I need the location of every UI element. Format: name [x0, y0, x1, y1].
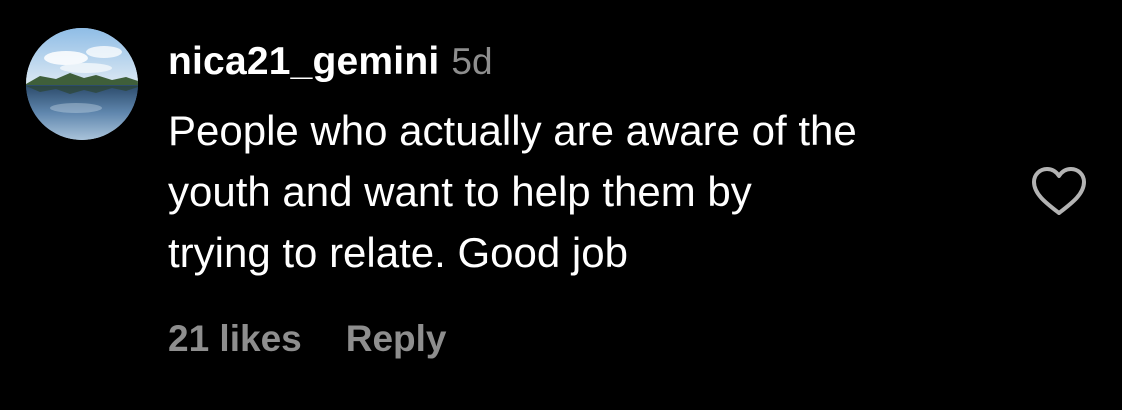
- comment-text-line: People who actually are aware of the: [168, 107, 857, 154]
- username[interactable]: nica21_gemini: [168, 40, 439, 84]
- lake-landscape-image: [26, 28, 138, 140]
- like-button[interactable]: [1030, 165, 1088, 219]
- comment-header: nica21_gemini 5d: [168, 40, 493, 90]
- likes-count[interactable]: 21 likes: [168, 318, 302, 360]
- comment-item: nica21_gemini 5d People who actually are…: [0, 0, 1122, 410]
- heart-outline-icon: [1032, 167, 1086, 215]
- comment-text-line: youth and want to help them by: [168, 168, 752, 215]
- reply-button[interactable]: Reply: [346, 318, 447, 360]
- comment-text-line: trying to relate. Good job: [168, 229, 628, 276]
- comment-footer: 21 likes Reply: [168, 318, 447, 360]
- avatar[interactable]: [26, 28, 138, 140]
- comment-text: People who actually are aware of the you…: [168, 100, 1008, 283]
- timestamp: 5d: [451, 41, 493, 82]
